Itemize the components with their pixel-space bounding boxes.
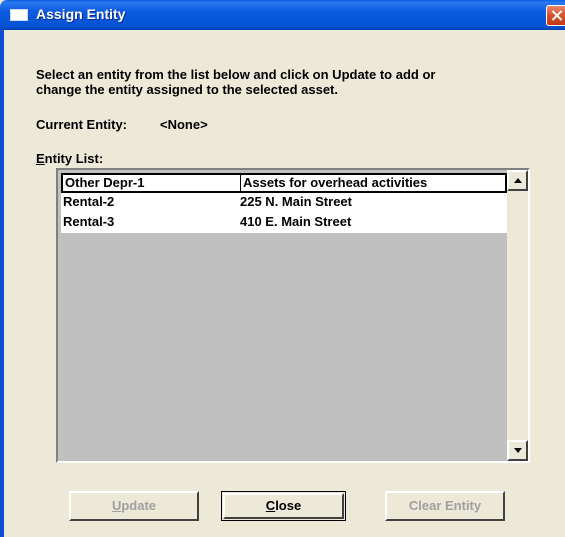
close-button-face: Close xyxy=(223,493,344,519)
window-title: Assign Entity xyxy=(36,6,126,22)
instructions-text: Select an entity from the list below and… xyxy=(36,67,546,97)
close-label-rest: lose xyxy=(275,498,302,513)
vertical-scrollbar[interactable] xyxy=(507,170,528,461)
entity-list-accel: E xyxy=(36,151,45,166)
arrow-up-icon xyxy=(514,178,522,183)
update-label-rest: pdate xyxy=(121,498,157,513)
window-icon xyxy=(10,9,28,21)
entity-name-cell: Rental-3 xyxy=(63,214,115,229)
current-entity-label: Current Entity: xyxy=(36,117,127,132)
scroll-up-button[interactable] xyxy=(507,170,528,191)
instructions-line-2: change the entity assigned to the select… xyxy=(36,82,338,97)
entity-list-label: Entity List: xyxy=(36,151,103,166)
current-entity-value: <None> xyxy=(160,117,208,132)
scroll-down-button[interactable] xyxy=(507,440,528,461)
entity-list-label-rest: ntity List: xyxy=(44,151,104,166)
arrow-down-icon xyxy=(514,448,522,453)
window-frame-left xyxy=(0,30,4,537)
entity-description-cell: 410 E. Main Street xyxy=(240,214,352,229)
close-accel: C xyxy=(265,498,276,513)
list-row[interactable]: Rental-3 410 E. Main Street xyxy=(61,213,507,233)
close-button[interactable]: Close xyxy=(221,491,346,521)
list-row[interactable]: Rental-2 225 N. Main Street xyxy=(61,193,507,213)
clear-entity-button[interactable]: Clear Entity xyxy=(385,491,505,521)
instructions-line-1: Select an entity from the list below and… xyxy=(36,67,436,82)
entity-description-cell: 225 N. Main Street xyxy=(240,194,352,209)
assign-entity-dialog: Assign Entity Select an entity from the … xyxy=(0,0,565,537)
list-row[interactable]: Other Depr-1 Assets for overhead activit… xyxy=(61,173,507,193)
entity-name-cell: Rental-2 xyxy=(63,194,115,209)
entity-listbox[interactable]: Other Depr-1 Assets for overhead activit… xyxy=(56,168,530,463)
update-button[interactable]: Update xyxy=(69,491,199,521)
update-accel: U xyxy=(111,498,122,513)
close-window-icon[interactable] xyxy=(546,5,565,26)
title-bar[interactable]: Assign Entity xyxy=(0,0,565,30)
entity-description-cell: Assets for overhead activities xyxy=(240,175,509,191)
entity-name-cell: Other Depr-1 xyxy=(65,175,145,190)
